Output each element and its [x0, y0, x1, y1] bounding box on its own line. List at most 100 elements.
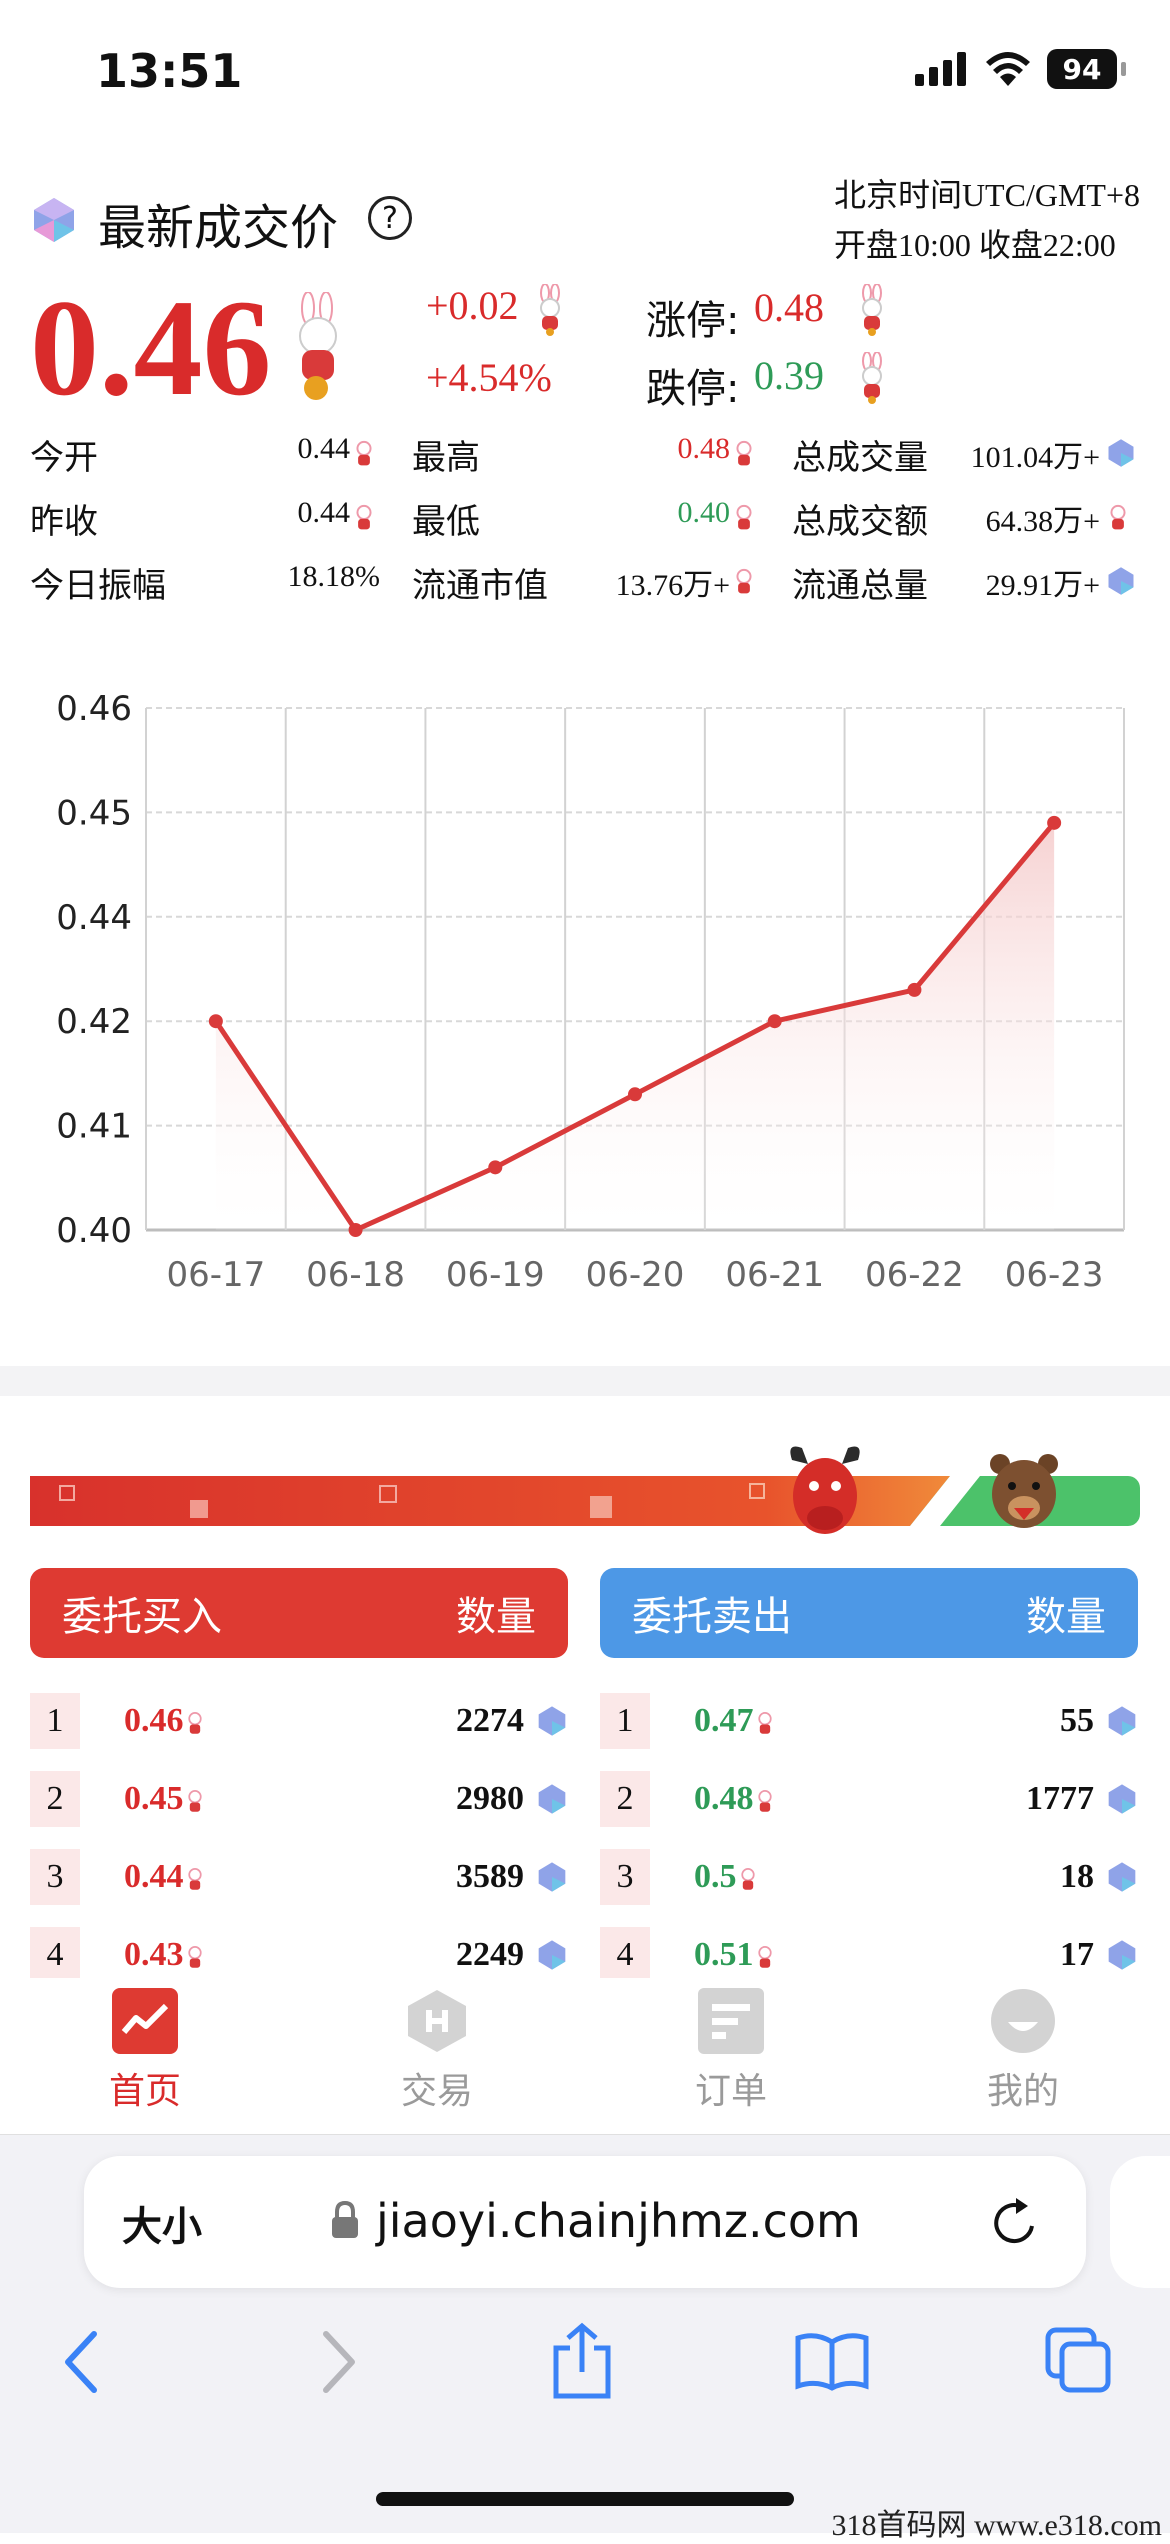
stat-volume-label: 总成交量	[792, 438, 928, 478]
tab-label: 交易	[400, 2071, 473, 2112]
stat-turnover-value: 64.38万+	[985, 505, 1100, 538]
order-index: 4	[600, 1927, 650, 1983]
share-icon[interactable]	[550, 2322, 614, 2400]
buy-qty-label: 数量	[456, 1594, 536, 1640]
lock-icon	[332, 2200, 358, 2238]
sell-order-row[interactable]: 2 0.48 1777	[600, 1760, 1138, 1838]
rabbit-icon	[757, 1946, 772, 1968]
gem-icon	[538, 1784, 566, 1814]
stat-high-value: 0.48	[677, 432, 731, 465]
gem-icon	[1108, 1706, 1136, 1736]
limit-down-label: 跌停:	[646, 366, 740, 412]
order-qty: 1777	[1026, 1780, 1094, 1817]
limit-up-label: 涨停:	[646, 298, 740, 344]
x-tick-label: 06-23	[1005, 1255, 1104, 1295]
chart-point	[628, 1087, 642, 1102]
order-price: 0.45	[124, 1780, 184, 1817]
price-line-chart: 0.46 0.45 0.44 0.42 0.41 0.40 06-17 06-18 06-19 0…	[56, 689, 1125, 1295]
buy-order-row[interactable]: 1 0.46 2274	[30, 1682, 568, 1760]
y-tick-label: 0.41	[56, 1107, 132, 1147]
order-index: 3	[600, 1849, 650, 1905]
rabbit-icon	[540, 284, 560, 336]
status-icons: 94	[915, 44, 1126, 94]
signal-icon	[915, 52, 966, 86]
bottom-tab-bar: 首页 交易 订单 我的	[0, 1978, 1170, 2133]
wifi-icon	[986, 52, 1030, 86]
watermark-text: 318首码网 www.e318.com	[831, 2509, 1162, 2542]
back-icon[interactable]	[62, 2330, 102, 2394]
order-price: 0.48	[694, 1780, 754, 1817]
order-qty: 2249	[456, 1936, 524, 1973]
rabbit-icon	[356, 440, 372, 466]
order-icon	[698, 1988, 764, 2054]
tab-label: 订单	[694, 2071, 767, 2112]
tab-home[interactable]: 首页	[70, 1988, 220, 2114]
sell-order-row[interactable]: 3 0.5 18	[600, 1838, 1138, 1916]
stat-open-value: 0.44	[297, 432, 351, 465]
sell-qty-label: 数量	[1026, 1594, 1106, 1640]
gem-icon	[1108, 1940, 1136, 1970]
rabbit-mascot-icon	[299, 292, 337, 400]
y-tick-label: 0.46	[56, 689, 132, 729]
rabbit-icon	[736, 504, 752, 530]
forward-icon[interactable]	[318, 2330, 358, 2394]
section-divider	[0, 1366, 1170, 1396]
tab-label: 我的	[986, 2071, 1059, 2112]
status-time: 13:51	[96, 44, 243, 98]
current-price: 0.46	[30, 271, 272, 424]
tab-trade[interactable]: 交易	[362, 1988, 512, 2114]
tabs-icon[interactable]	[1044, 2326, 1114, 2396]
battery-nub	[1121, 62, 1126, 76]
rabbit-icon	[356, 504, 372, 530]
sell-order-row[interactable]: 1 0.47 55	[600, 1682, 1138, 1760]
y-tick-label: 0.44	[56, 898, 132, 938]
order-index: 1	[30, 1693, 80, 1749]
rabbit-icon	[1110, 504, 1126, 530]
rabbit-icon	[862, 284, 882, 336]
chart-icon	[112, 1988, 178, 2054]
chart-point	[1047, 815, 1062, 830]
chart-point	[208, 1014, 223, 1029]
order-qty: 18	[1060, 1858, 1094, 1895]
trading-hours: 北京时间UTC/GMT+8 开盘10:00 收盘22:00	[834, 170, 1140, 270]
text-size-button[interactable]: 大小	[122, 2194, 202, 2252]
reload-icon[interactable]	[990, 2196, 1040, 2248]
rabbit-icon	[862, 352, 882, 404]
buy-order-row[interactable]: 3 0.44 3589	[30, 1838, 568, 1916]
gem-icon	[1108, 1862, 1136, 1892]
rabbit-icon	[740, 1868, 755, 1890]
stat-low-label: 最低	[412, 502, 480, 542]
tab-profile[interactable]: 我的	[948, 1988, 1098, 2114]
y-tick-label: 0.45	[56, 793, 132, 833]
order-index: 4	[30, 1927, 80, 1983]
chart-point	[348, 1223, 363, 1237]
order-price: 0.5	[694, 1858, 737, 1895]
order-qty: 2274	[456, 1702, 524, 1739]
chart-point	[767, 1014, 782, 1029]
x-tick-label: 06-18	[306, 1255, 405, 1295]
x-tick-label: 06-21	[725, 1255, 824, 1295]
address-bar[interactable]: 大小 jiaoyi.chainjhmz.com	[84, 2156, 1086, 2288]
url-text[interactable]: jiaoyi.chainjhmz.com	[376, 2194, 861, 2248]
profile-icon	[991, 1989, 1055, 2053]
buy-orders-header[interactable]: 委托买入 数量	[30, 1568, 568, 1658]
stat-amplitude-label: 今日振幅	[30, 566, 166, 606]
order-index: 2	[600, 1771, 650, 1827]
stat-circulating-label: 流通总量	[792, 566, 928, 606]
next-tab-preview[interactable]	[1110, 2156, 1170, 2288]
help-icon[interactable]: ?	[368, 196, 412, 240]
price-change-pct: +4.54%	[426, 355, 552, 400]
bookmarks-icon[interactable]	[794, 2332, 870, 2392]
stat-market-cap-label: 流通市值	[412, 566, 548, 606]
buy-order-row[interactable]: 2 0.45 2980	[30, 1760, 568, 1838]
tab-orders[interactable]: 订单	[656, 1988, 806, 2114]
x-tick-label: 06-22	[865, 1255, 964, 1295]
stat-open-label: 今开	[30, 438, 98, 478]
stat-low-value: 0.40	[677, 496, 731, 529]
trade-icon	[408, 1990, 466, 2052]
rabbit-icon	[187, 1868, 202, 1890]
x-tick-label: 06-20	[586, 1255, 685, 1295]
sell-orders-header[interactable]: 委托卖出 数量	[600, 1568, 1138, 1658]
rabbit-icon	[187, 1790, 202, 1812]
stat-turnover-label: 总成交额	[792, 502, 928, 542]
